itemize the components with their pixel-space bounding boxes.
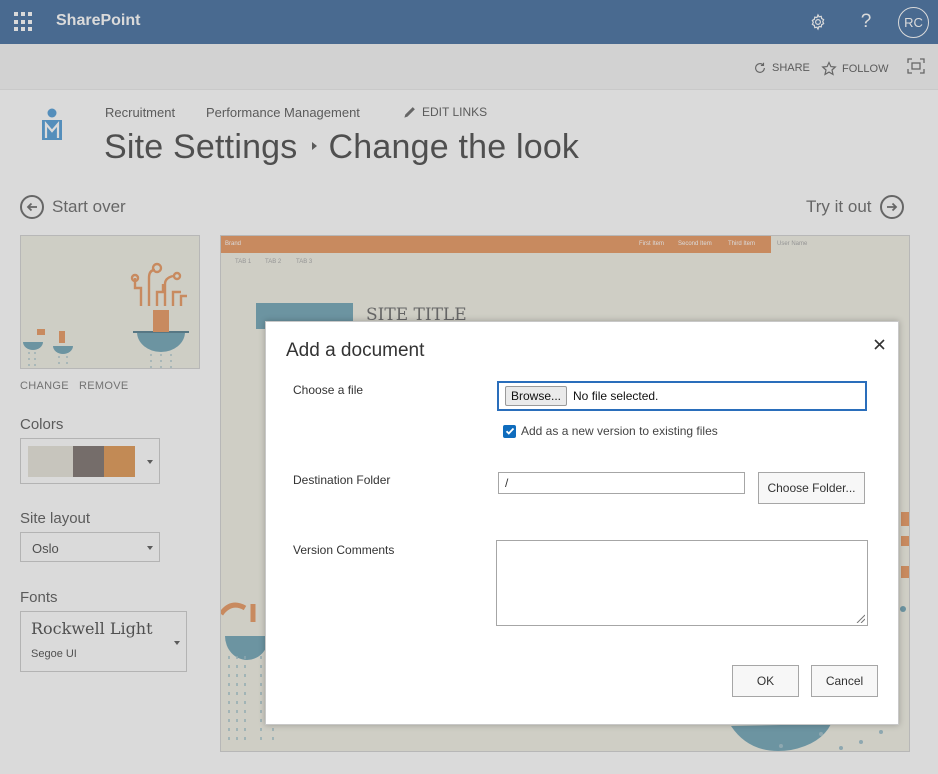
destination-folder-input[interactable] (498, 472, 745, 494)
file-status-text: No file selected. (573, 389, 659, 403)
version-comments-label: Version Comments (293, 543, 395, 557)
ok-button[interactable]: OK (732, 665, 799, 697)
add-document-dialog: Add a document Choose a file Browse... N… (265, 321, 899, 725)
close-icon[interactable] (869, 334, 889, 354)
choose-folder-button[interactable]: Choose Folder... (758, 472, 865, 504)
checkmark-icon (505, 427, 514, 435)
new-version-option[interactable]: Add as a new version to existing files (503, 424, 718, 438)
destination-folder-label: Destination Folder (293, 473, 391, 487)
cancel-button[interactable]: Cancel (811, 665, 878, 697)
resize-grip-icon[interactable] (855, 613, 865, 623)
browse-button[interactable]: Browse... (505, 386, 568, 406)
choose-file-label: Choose a file (293, 383, 364, 397)
dialog-title: Add a document (286, 340, 425, 361)
new-version-label: Add as a new version to existing files (521, 424, 718, 438)
file-input[interactable]: Browse... No file selected. (497, 381, 867, 411)
new-version-checkbox[interactable] (503, 424, 516, 438)
version-comments-textarea[interactable] (496, 540, 868, 626)
